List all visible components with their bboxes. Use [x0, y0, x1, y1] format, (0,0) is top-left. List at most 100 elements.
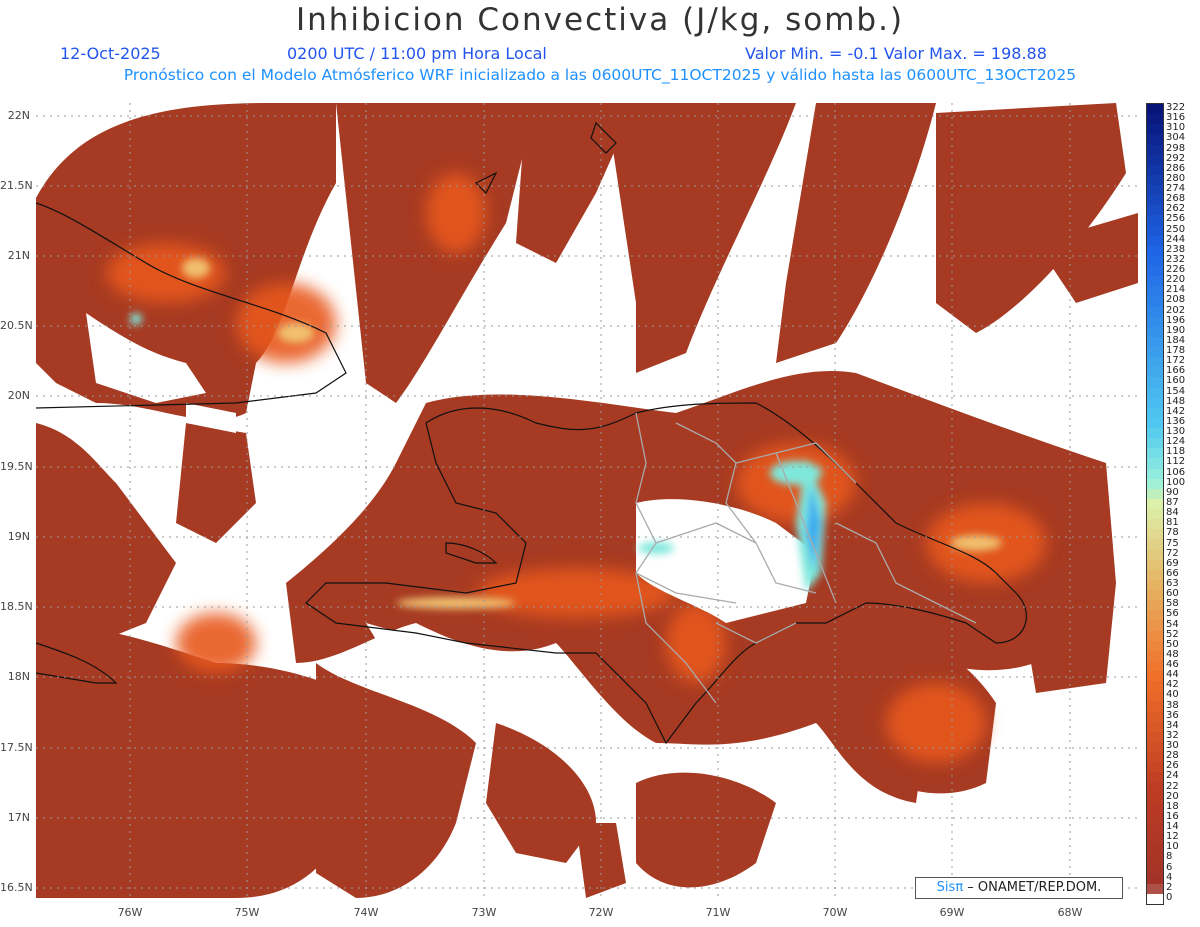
colorbar-swatch	[1147, 762, 1163, 773]
credit-box: Sisπ – ONAMET/REP.DOM.	[915, 877, 1123, 899]
colorbar-swatch	[1147, 104, 1163, 115]
colorbar-swatch	[1147, 225, 1163, 237]
colorbar-swatch	[1147, 883, 1163, 895]
colorbar-swatch	[1147, 620, 1163, 632]
colorbar-swatch	[1147, 853, 1163, 864]
colorbar-swatch	[1147, 812, 1163, 824]
colorbar-swatch	[1147, 245, 1163, 257]
colorbar-swatch	[1147, 741, 1163, 753]
colorbar-label: 56	[1166, 608, 1179, 620]
colorbar-swatch	[1147, 782, 1163, 794]
colorbar-swatch	[1147, 640, 1163, 652]
colorbar-swatch	[1147, 802, 1163, 814]
map-panel	[36, 103, 1138, 898]
colorbar-swatch	[1147, 711, 1163, 723]
time-label: 0200 UTC / 11:00 pm Hora Local	[287, 44, 547, 63]
colorbar-swatch	[1147, 417, 1163, 429]
colorbar-swatch	[1147, 134, 1163, 145]
colorbar-swatch	[1147, 488, 1163, 500]
colorbar-swatch	[1147, 336, 1163, 348]
colorbar-swatch	[1147, 438, 1163, 449]
min-max-label: Valor Min. = -0.1 Valor Max. = 198.88	[745, 44, 1047, 63]
cin-field-map	[36, 103, 1138, 898]
colorbar-swatch	[1147, 306, 1163, 318]
colorbar-swatch	[1147, 387, 1163, 399]
colorbar-swatch	[1147, 377, 1163, 389]
colorbar-swatch	[1147, 569, 1163, 581]
colorbar-swatch	[1147, 144, 1163, 156]
lon-label: 76W	[117, 906, 143, 919]
colorbar-swatch	[1147, 114, 1163, 125]
colorbar-swatch	[1147, 772, 1163, 783]
lon-label: 74W	[353, 906, 379, 919]
colorbar-swatch	[1147, 478, 1163, 490]
colorbar-label: 160	[1166, 375, 1186, 387]
colorbar-swatch	[1147, 792, 1163, 804]
colorbar-swatch	[1147, 347, 1163, 358]
colorbar-swatch	[1147, 266, 1163, 277]
forecast-subtitle: Pronóstico con el Modelo Atmósferico WRF…	[123, 66, 1077, 84]
colorbar-swatch	[1147, 448, 1163, 459]
colorbar-swatch	[1147, 559, 1163, 571]
date-label: 12-Oct-2025	[60, 44, 161, 63]
colorbar-swatch	[1147, 154, 1163, 166]
cin-shading	[36, 103, 1138, 898]
colorbar-swatch	[1147, 822, 1163, 834]
colorbar-swatch	[1147, 174, 1163, 186]
colorbar-label: 78	[1166, 527, 1179, 539]
lon-label: 72W	[588, 906, 614, 919]
credit-text: – ONAMET/REP.DOM.	[967, 880, 1102, 895]
colorbar-swatch	[1147, 255, 1163, 267]
colorbar	[1146, 103, 1164, 905]
lat-label: 19.5N	[0, 460, 33, 473]
colorbar-swatch	[1147, 539, 1163, 551]
colorbar-swatch	[1147, 529, 1163, 540]
lon-label: 71W	[705, 906, 731, 919]
colorbar-label: 75	[1166, 537, 1179, 549]
colorbar-swatch	[1147, 843, 1163, 854]
pi-icon: π	[955, 880, 964, 895]
colorbar-swatch	[1147, 205, 1163, 216]
lon-label: 73W	[471, 906, 497, 919]
lat-label: 17.5N	[0, 741, 33, 754]
lat-label: 18N	[7, 670, 30, 683]
colorbar-swatch	[1147, 164, 1163, 176]
colorbar-swatch	[1147, 458, 1163, 470]
colorbar-swatch	[1147, 549, 1163, 561]
colorbar-swatch	[1147, 326, 1163, 338]
lat-label: 22N	[7, 109, 30, 122]
lat-label: 20N	[7, 389, 30, 402]
colorbar-swatch	[1147, 509, 1163, 520]
colorbar-label: 0	[1166, 891, 1173, 903]
lon-label: 68W	[1057, 906, 1083, 919]
colorbar-swatch	[1147, 590, 1163, 601]
colorbar-swatch	[1147, 681, 1163, 692]
colorbar-swatch	[1147, 468, 1163, 480]
colorbar-swatch	[1147, 397, 1163, 409]
colorbar-swatch	[1147, 195, 1163, 206]
colorbar-label: 256	[1166, 213, 1186, 225]
colorbar-swatch	[1147, 600, 1163, 611]
colorbar-swatch	[1147, 752, 1163, 763]
lon-label: 70W	[822, 906, 848, 919]
lat-label: 16.5N	[0, 881, 33, 894]
colorbar-swatch	[1147, 316, 1163, 328]
colorbar-swatch	[1147, 650, 1163, 662]
colorbar-label: 8	[1166, 851, 1173, 863]
colorbar-swatch	[1147, 701, 1163, 713]
colorbar-swatch	[1147, 286, 1163, 297]
colorbar-swatch	[1147, 357, 1163, 368]
colorbar-swatch	[1147, 235, 1163, 247]
colorbar-swatch	[1147, 873, 1163, 885]
colorbar-swatch	[1147, 185, 1163, 196]
colorbar-swatch	[1147, 428, 1163, 439]
colorbar-swatch	[1147, 215, 1163, 227]
colorbar-label: 112	[1166, 456, 1186, 468]
colorbar-swatch	[1147, 367, 1163, 378]
colorbar-swatch	[1147, 610, 1163, 621]
colorbar-label: 208	[1166, 294, 1186, 306]
colorbar-label: 304	[1166, 132, 1186, 144]
lon-label: 69W	[939, 906, 965, 919]
lat-label: 18.5N	[0, 600, 33, 613]
lat-label: 20.5N	[0, 319, 33, 332]
